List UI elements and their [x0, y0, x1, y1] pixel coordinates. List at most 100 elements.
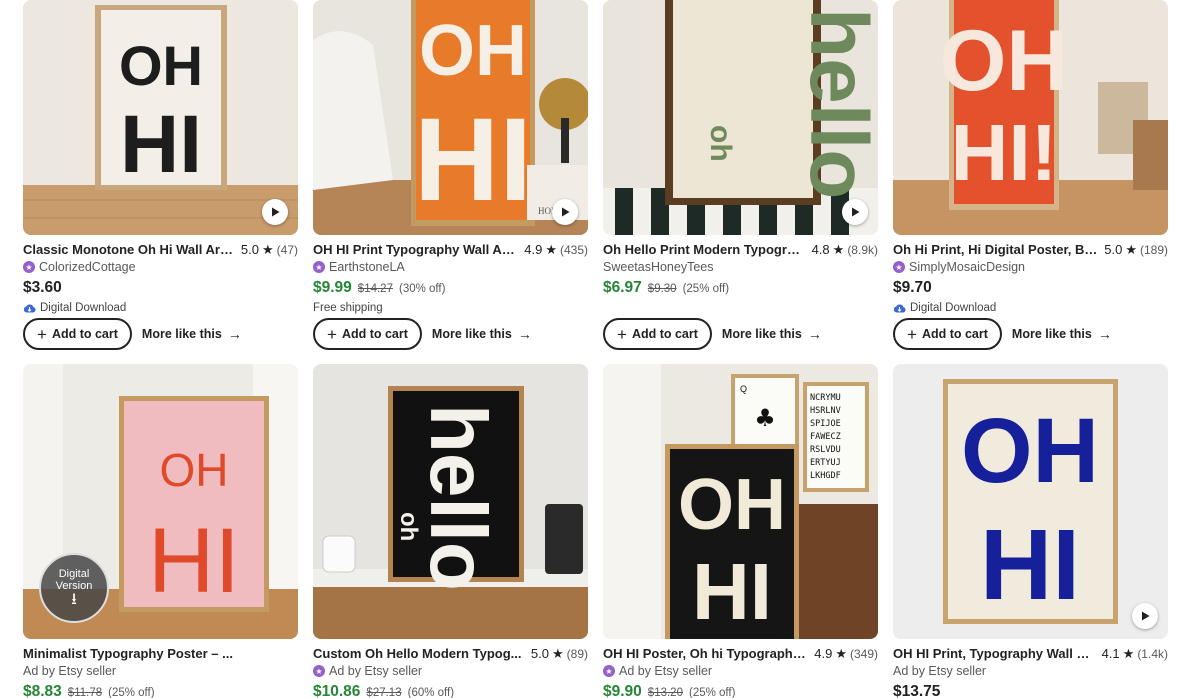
shop-name[interactable]: ★ EarthstoneLA	[313, 259, 588, 275]
more-like-this-link[interactable]: More like this →	[1012, 326, 1112, 342]
listing-image[interactable]: OH HI Digital Version ⭳	[23, 364, 298, 639]
listing-title[interactable]: Oh Hi Print, Hi Digital Poster, Bol...	[893, 242, 1104, 257]
listing-title[interactable]: Oh Hello Print Modern Typograph...	[603, 242, 812, 257]
star-icon: ★	[552, 645, 564, 661]
play-icon[interactable]	[552, 199, 578, 225]
star-seller-icon: ★	[603, 665, 615, 677]
shop-name[interactable]: ★ SimplyMosaicDesign	[893, 259, 1168, 275]
add-to-cart-button[interactable]: + Add to cart	[23, 318, 132, 350]
product-photo: OH HI	[23, 0, 298, 235]
more-like-this-link[interactable]: More like this →	[432, 326, 532, 342]
svg-text:HI: HI	[692, 547, 772, 636]
rating: 5.0 ★ (89)	[530, 645, 588, 662]
shop-name[interactable]: SweetasHoneyTees	[603, 259, 878, 275]
listing-image[interactable]: OH HI HOM	[313, 0, 588, 235]
cloud-download-icon	[23, 303, 36, 313]
add-to-cart-button[interactable]: + Add to cart	[313, 318, 422, 350]
ad-label: ★ Ad by Etsy seller	[603, 663, 878, 679]
product-photo: OH HI	[893, 364, 1168, 639]
star-seller-icon: ★	[313, 665, 325, 677]
listing-card[interactable]: hello oh Custom Oh Hello Modern Typog...…	[313, 364, 588, 698]
listing-image[interactable]: OH HI	[23, 0, 298, 235]
original-price: $14.27	[357, 283, 393, 295]
product-photo: OH HI!	[893, 0, 1168, 235]
add-to-cart-button[interactable]: + Add to cart	[603, 318, 712, 350]
star-icon: ★	[832, 241, 845, 257]
rating: 4.9 ★ (349)	[814, 645, 878, 662]
arrow-right-icon: →	[807, 326, 822, 342]
cloud-download-icon	[893, 303, 906, 313]
discount: (25% off)	[108, 687, 155, 698]
svg-text:oh: oh	[704, 125, 737, 162]
listing-title[interactable]: OH HI Print Typography Wall Art...	[313, 242, 524, 257]
svg-text:HI: HI	[148, 510, 240, 612]
price-row: $9.90 $13.20 (25% off)	[603, 683, 878, 698]
listing-card[interactable]: OH HI! Oh Hi Print, Hi Digital Poster, B…	[893, 0, 1168, 315]
arrow-right-icon: →	[1097, 326, 1112, 342]
price-row: $8.83 $11.78 (25% off)	[23, 683, 298, 698]
product-photo: OH HI HOM	[313, 0, 588, 235]
svg-text:OH: OH	[119, 34, 203, 97]
card-actions: + Add to cart More like this →	[313, 318, 532, 350]
star-seller-icon: ★	[23, 261, 35, 273]
listing-image[interactable]: hello oh	[603, 0, 878, 235]
play-icon[interactable]	[262, 199, 288, 225]
listing-card[interactable]: OH HI OH HI Print, Typography Wall Po...…	[893, 364, 1168, 698]
svg-text:OH: OH	[678, 465, 786, 545]
ad-label: Ad by Etsy seller	[23, 664, 117, 678]
play-icon[interactable]	[842, 199, 868, 225]
star-icon: ★	[262, 241, 274, 257]
price: $9.90	[603, 683, 642, 698]
shop-name[interactable]: ★ ColorizedCottage	[23, 259, 298, 275]
listing-title[interactable]: Minimalist Typography Poster – ...	[23, 646, 298, 661]
listing-title[interactable]: Classic Monotone Oh Hi Wall Art...	[23, 242, 241, 257]
listing-card[interactable]: Q ♣ NCRYMU HSRLNV SPIJOE FAWECZ RSLVDU E…	[603, 364, 878, 698]
price: $13.75	[893, 683, 941, 698]
listing-title[interactable]: OH HI Poster, Oh hi Typography ...	[603, 646, 814, 661]
listing-image[interactable]: Q ♣ NCRYMU HSRLNV SPIJOE FAWECZ RSLVDU E…	[603, 364, 878, 639]
price: $9.70	[893, 279, 932, 296]
listing-card[interactable]: OH HI Classic Monotone Oh Hi Wall Art...…	[23, 0, 298, 315]
svg-text:OH: OH	[961, 400, 1099, 502]
more-like-this-link[interactable]: More like this →	[722, 326, 822, 342]
svg-text:HI: HI	[980, 509, 1080, 621]
play-icon[interactable]	[1132, 603, 1158, 629]
svg-text:HI!: HI!	[951, 108, 1058, 197]
download-arrow-icon: ⭳	[71, 591, 77, 609]
listing-card[interactable]: OH HI HOM OH HI Print Typography Wall Ar…	[313, 0, 588, 315]
listing-image[interactable]: OH HI	[893, 364, 1168, 639]
product-photo: Q ♣ NCRYMU HSRLNV SPIJOE FAWECZ RSLVDU E…	[603, 364, 878, 639]
listing-image[interactable]: OH HI!	[893, 0, 1168, 235]
svg-text:Q: Q	[740, 384, 747, 394]
ad-label: Ad by Etsy seller	[893, 664, 987, 678]
star-seller-icon: ★	[313, 261, 325, 273]
add-to-cart-button[interactable]: + Add to cart	[893, 318, 1002, 350]
rating: 4.9 ★ (435)	[524, 241, 588, 258]
digital-download-label: Digital Download	[23, 300, 298, 315]
price: $8.83	[23, 683, 62, 698]
listing-title[interactable]: OH HI Print, Typography Wall Po...	[893, 646, 1102, 661]
listing-image[interactable]: hello oh	[313, 364, 588, 639]
more-like-this-link[interactable]: More like this →	[142, 326, 242, 342]
product-photo: hello oh	[313, 364, 588, 639]
plus-icon: +	[617, 324, 627, 344]
price-row: $3.60	[23, 279, 298, 297]
svg-text:ERTYUJ: ERTYUJ	[810, 458, 841, 468]
plus-icon: +	[37, 324, 47, 344]
listing-card[interactable]: OH HI Digital Version ⭳ Minimalist Typog…	[23, 364, 298, 698]
svg-text:HI: HI	[120, 99, 202, 190]
card-actions: + Add to cart More like this →	[603, 318, 822, 350]
price-row: $13.75	[893, 683, 1168, 698]
price: $3.60	[23, 279, 62, 296]
star-seller-icon: ★	[893, 261, 905, 273]
discount: (30% off)	[398, 283, 446, 295]
svg-text:OH: OH	[419, 11, 527, 91]
listing-card[interactable]: hello oh Oh Hello Print Modern Typograph…	[603, 0, 878, 297]
card-actions: + Add to cart More like this →	[893, 318, 1112, 350]
svg-text:HSRLNV: HSRLNV	[810, 406, 841, 416]
original-price: $13.20	[647, 687, 683, 698]
original-price: $9.30	[647, 283, 677, 295]
listing-title[interactable]: Custom Oh Hello Modern Typog...	[313, 646, 531, 661]
svg-text:HI: HI	[414, 94, 532, 226]
arrow-right-icon: →	[517, 326, 532, 342]
